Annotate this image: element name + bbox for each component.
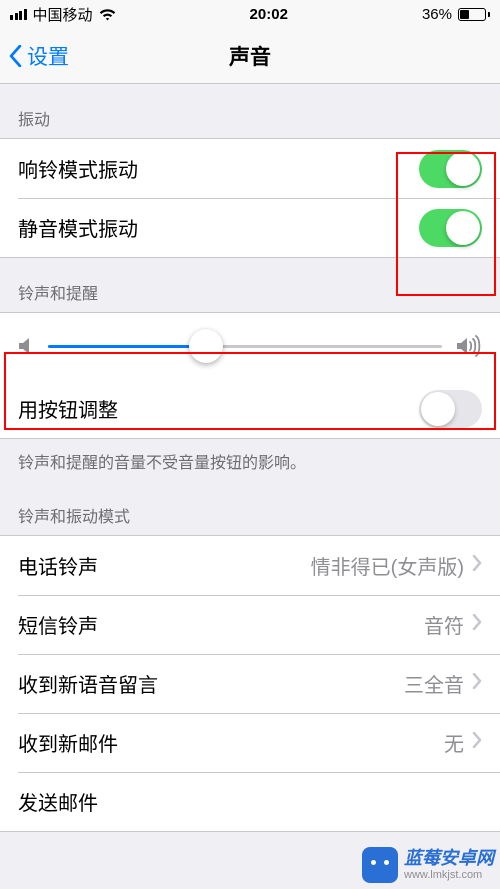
watermark: 蓝莓安卓网 www.lmkjst.com [362, 847, 494, 883]
nav-back-label: 设置 [27, 41, 69, 71]
row-ringtone[interactable]: 电话铃声 情非得已(女声版) [0, 536, 500, 595]
battery-text: 36% [422, 6, 452, 23]
change-with-buttons-label: 用按钮调整 [18, 394, 419, 423]
status-right: 36% [422, 6, 490, 23]
chevron-right-icon [472, 613, 482, 636]
page-title: 声音 [0, 41, 500, 71]
section-header-vibration: 振动 [0, 84, 500, 138]
list-ringer: 用按钮调整 [0, 312, 500, 439]
ring-vibrate-label: 响铃模式振动 [18, 154, 419, 183]
new-mail-value: 无 [444, 728, 464, 757]
row-text-tone[interactable]: 短信铃声 音符 [0, 595, 500, 654]
silent-vibrate-switch[interactable] [419, 209, 482, 247]
battery-icon [458, 8, 490, 21]
watermark-logo [362, 847, 398, 883]
list-patterns: 电话铃声 情非得已(女声版) 短信铃声 音符 收到新语音留言 三全音 收到新邮件… [0, 535, 500, 832]
chevron-left-icon [8, 45, 23, 67]
watermark-url: www.lmkjst.com [404, 869, 494, 881]
text-tone-label: 短信铃声 [18, 610, 424, 639]
carrier-text: 中国移动 [33, 4, 93, 25]
row-volume-slider [0, 313, 500, 379]
volume-high-icon [456, 335, 482, 357]
chevron-right-icon [472, 731, 482, 754]
section-footer-ringer: 铃声和提醒的音量不受音量按钮的影响。 [0, 439, 500, 481]
chevron-right-icon [472, 554, 482, 577]
text-tone-value: 音符 [424, 610, 464, 639]
row-voicemail[interactable]: 收到新语音留言 三全音 [0, 654, 500, 713]
status-time: 20:02 [250, 6, 288, 23]
new-mail-label: 收到新邮件 [18, 728, 444, 757]
status-bar: 中国移动 20:02 36% [0, 0, 500, 28]
silent-vibrate-label: 静音模式振动 [18, 213, 419, 242]
ringtone-value: 情非得已(女声版) [311, 551, 464, 580]
change-with-buttons-switch[interactable] [419, 390, 482, 428]
row-silent-vibrate: 静音模式振动 [0, 198, 500, 257]
row-new-mail[interactable]: 收到新邮件 无 [0, 713, 500, 772]
nav-back-button[interactable]: 设置 [8, 41, 69, 71]
row-sent-mail[interactable]: 发送邮件 [0, 772, 500, 831]
wifi-icon [99, 6, 116, 23]
status-left: 中国移动 [10, 4, 116, 25]
row-ring-vibrate: 响铃模式振动 [0, 139, 500, 198]
ring-vibrate-switch[interactable] [419, 150, 482, 188]
row-change-with-buttons: 用按钮调整 [0, 379, 500, 438]
volume-slider[interactable] [48, 345, 442, 348]
chevron-right-icon [472, 672, 482, 695]
nav-bar: 设置 声音 [0, 28, 500, 84]
ringtone-label: 电话铃声 [18, 551, 311, 580]
voicemail-value: 三全音 [404, 669, 464, 698]
watermark-title: 蓝莓安卓网 [404, 849, 494, 869]
volume-slider-thumb[interactable] [189, 329, 223, 363]
volume-low-icon [18, 336, 34, 356]
section-header-ringer: 铃声和提醒 [0, 258, 500, 312]
signal-icon [10, 9, 27, 20]
section-header-patterns: 铃声和振动模式 [0, 481, 500, 535]
list-vibration: 响铃模式振动 静音模式振动 [0, 138, 500, 258]
voicemail-label: 收到新语音留言 [18, 669, 404, 698]
sent-mail-label: 发送邮件 [18, 787, 482, 816]
